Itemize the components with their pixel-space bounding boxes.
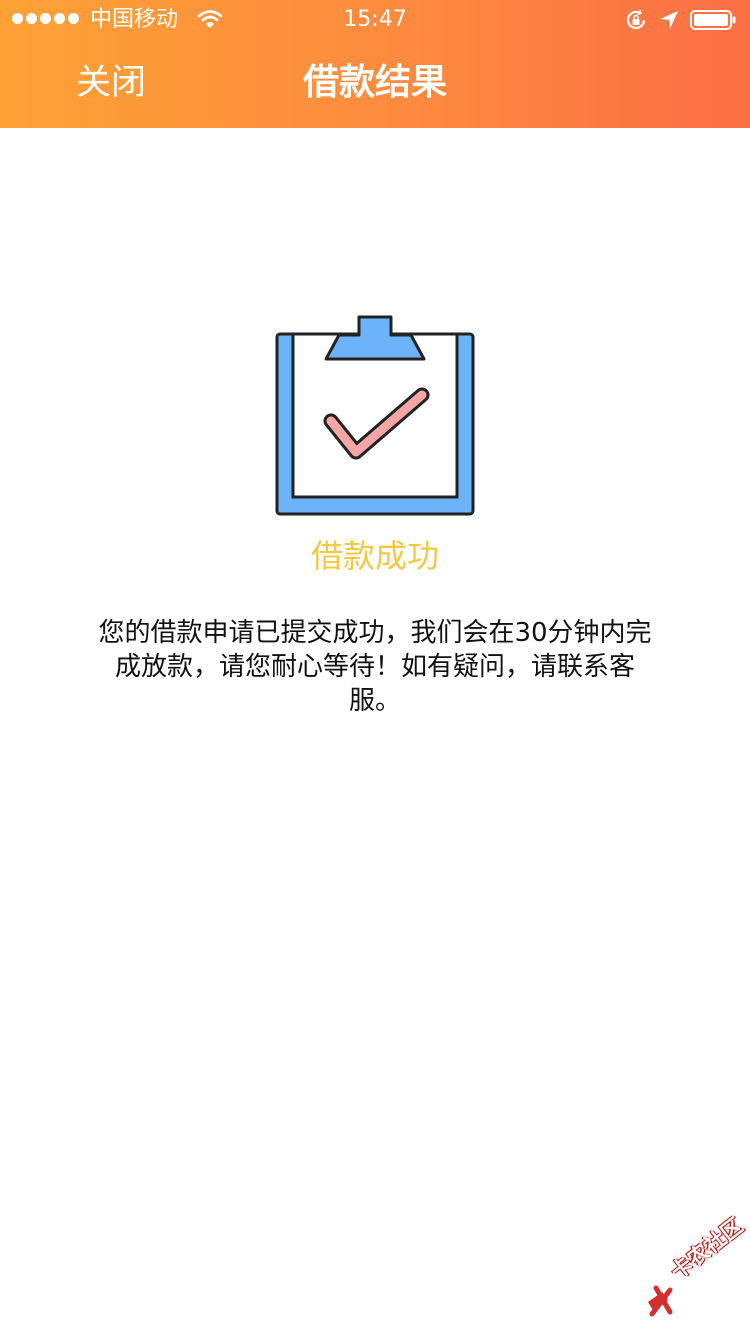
status-bar: 中国移动 15:47 (0, 0, 750, 40)
rotation-lock-icon (626, 9, 646, 29)
nav-bar: 中国移动 15:47 关闭 借款结果 (0, 0, 750, 128)
battery-icon (690, 10, 736, 30)
result-title: 借款成功 (310, 537, 439, 575)
location-arrow-icon (660, 11, 678, 29)
result-message: 您的借款申请已提交成功，我们会在30分钟内完成放款，请您耐心等待！如有疑问，请联… (98, 618, 652, 716)
clipboard-check-icon (275, 315, 475, 516)
page-title: 借款结果 (302, 62, 447, 103)
